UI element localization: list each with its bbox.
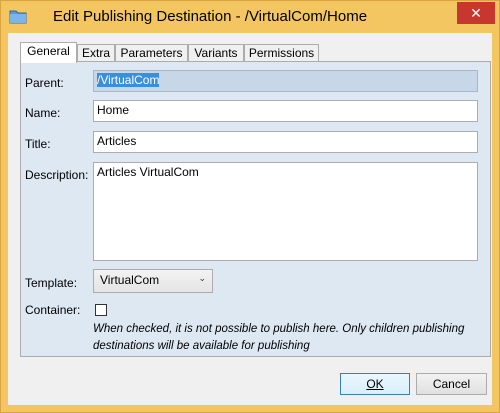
general-panel: Parent: /VirtualCom Name: Home Title: Ar… (20, 61, 491, 357)
tab-strip: General Extra Parameters Variants Permis… (20, 42, 490, 63)
parent-field[interactable]: /VirtualCom (93, 70, 478, 92)
container-hint: When checked, it is not possible to publ… (93, 323, 465, 352)
cancel-button-label: Cancel (432, 377, 471, 391)
ok-button[interactable]: OK (340, 373, 410, 395)
template-select[interactable]: VirtualCom ⌄ (93, 269, 213, 293)
tab-parameters[interactable]: Parameters (115, 44, 188, 62)
template-label: Template: (25, 276, 78, 290)
title-field[interactable]: Articles (93, 131, 478, 153)
parent-label: Parent: (25, 76, 64, 90)
tab-general[interactable]: General (20, 42, 77, 63)
container-label: Container: (25, 303, 81, 317)
folder-icon (9, 8, 27, 24)
dialog-client-area: General Extra Parameters Variants Permis… (8, 33, 492, 405)
cancel-button[interactable]: Cancel (416, 373, 487, 395)
close-button[interactable]: ✕ (457, 2, 495, 24)
tab-extra[interactable]: Extra (77, 44, 115, 62)
ok-button-label: OK (366, 377, 384, 391)
window-title: Edit Publishing Destination - /VirtualCo… (53, 8, 368, 25)
tab-permissions[interactable]: Permissions (244, 44, 319, 62)
template-value: VirtualCom (100, 273, 160, 287)
dialog-window: Edit Publishing Destination - /VirtualCo… (0, 0, 500, 413)
parent-value: /VirtualCom (97, 73, 160, 87)
title-label: Title: (25, 137, 51, 151)
container-checkbox[interactable] (95, 304, 107, 316)
close-icon: ✕ (470, 4, 482, 21)
name-label: Name: (25, 106, 61, 120)
description-label: Description: (25, 168, 89, 182)
name-field[interactable]: Home (93, 100, 478, 122)
chevron-down-icon: ⌄ (198, 273, 206, 283)
title-bar[interactable]: Edit Publishing Destination - /VirtualCo… (1, 1, 499, 33)
tab-variants[interactable]: Variants (188, 44, 244, 62)
description-field[interactable]: Articles VirtualCom (93, 162, 478, 261)
